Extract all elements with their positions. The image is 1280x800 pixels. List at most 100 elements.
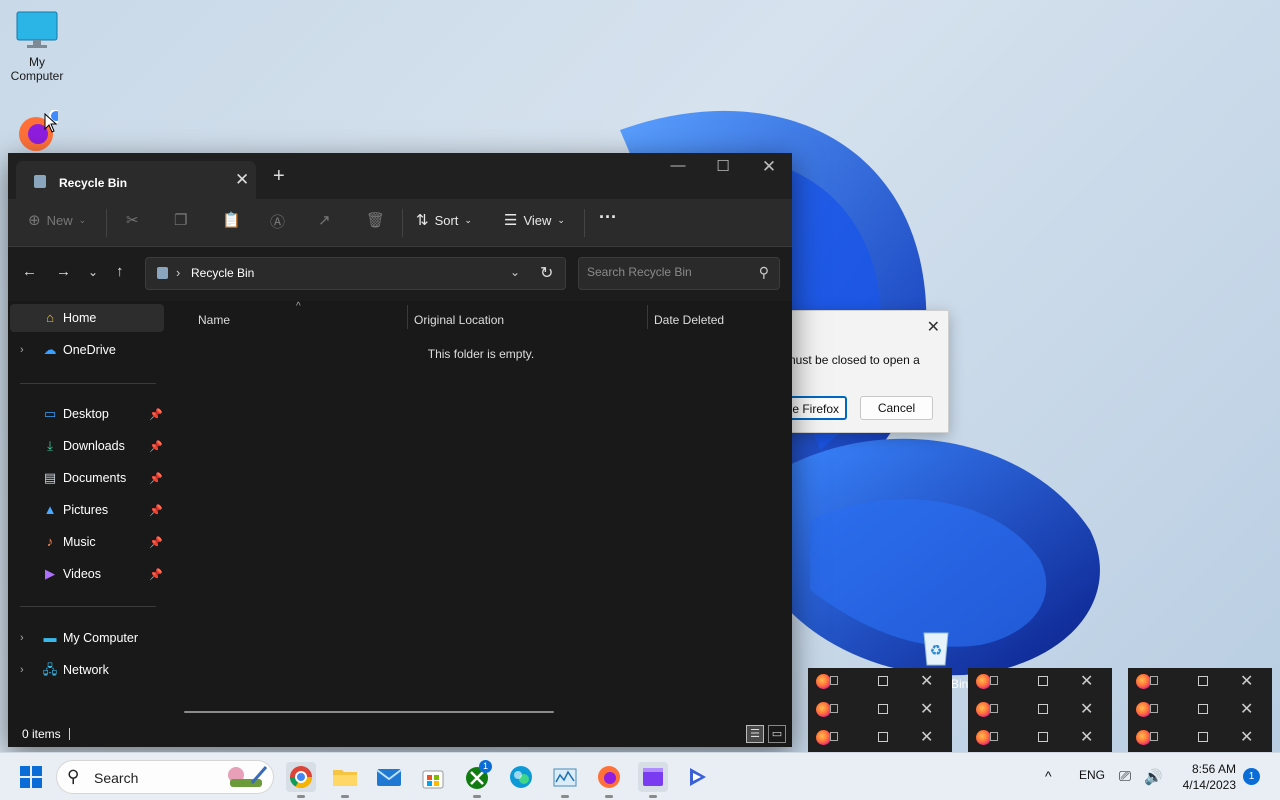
firefox-window-thumb[interactable]: ✕ <box>968 696 1112 724</box>
column-header-date-deleted[interactable]: Date Deleted <box>654 313 724 327</box>
pin-icon[interactable]: 📌 <box>149 568 163 581</box>
language-indicator[interactable]: ENG <box>1079 768 1105 782</box>
firefox-window-thumb[interactable]: ✕ <box>808 668 952 696</box>
chevron-right-icon[interactable]: › <box>20 344 24 356</box>
copy-button[interactable]: ❐ <box>174 211 187 229</box>
firefox-window-thumb[interactable]: ✕ <box>968 668 1112 696</box>
column-divider[interactable] <box>647 305 648 329</box>
firefox-window-thumb[interactable]: ✕ <box>808 696 952 724</box>
sidebar-item-desktop[interactable]: ▭ Desktop 📌 <box>10 400 164 428</box>
start-button[interactable] <box>20 766 42 788</box>
pin-icon[interactable]: 📌 <box>149 440 163 453</box>
maximize-icon[interactable] <box>878 704 888 714</box>
address-dropdown-icon[interactable]: ⌄ <box>510 265 520 279</box>
taskbar-clipchamp[interactable] <box>638 762 668 798</box>
firefox-window-thumb[interactable]: ✕ <box>968 724 1112 752</box>
close-icon[interactable]: ✕ <box>1080 671 1093 691</box>
taskbar-store[interactable] <box>418 762 448 792</box>
taskbar-media-player[interactable] <box>682 762 712 792</box>
minimize-button[interactable]: — <box>658 157 698 174</box>
sidebar-item-downloads[interactable]: ⤓ Downloads 📌 <box>10 432 164 460</box>
close-window-button[interactable]: ✕ <box>749 157 789 177</box>
up-button[interactable]: ↑ <box>116 263 124 280</box>
breadcrumb[interactable]: Recycle Bin <box>191 266 254 280</box>
pin-icon[interactable]: 📌 <box>149 472 163 485</box>
maximize-icon[interactable] <box>878 732 888 742</box>
firefox-window-thumb[interactable]: ✕ <box>1128 668 1272 696</box>
taskbar-edge[interactable] <box>506 762 536 792</box>
maximize-icon[interactable] <box>1038 704 1048 714</box>
close-icon[interactable]: ✕ <box>1240 699 1253 719</box>
sidebar-item-onedrive[interactable]: › ☁ OneDrive <box>10 336 164 364</box>
volume-icon[interactable]: 🔊 <box>1144 768 1163 786</box>
column-header-original-location[interactable]: Original Location <box>414 313 504 327</box>
close-icon[interactable]: ✕ <box>920 727 933 747</box>
network-icon[interactable]: ⎚ <box>1119 768 1131 785</box>
firefox-window-thumb[interactable]: ✕ <box>808 724 952 752</box>
close-icon[interactable]: ✕ <box>1080 727 1093 747</box>
sidebar-item-music[interactable]: ♪ Music 📌 <box>10 528 164 556</box>
maximize-icon[interactable] <box>1198 676 1208 686</box>
pin-icon[interactable]: 📌 <box>149 504 163 517</box>
cancel-button[interactable]: Cancel <box>860 396 933 420</box>
show-hidden-icons-button[interactable]: ^ <box>1045 768 1052 784</box>
maximize-icon[interactable] <box>1038 732 1048 742</box>
pin-icon[interactable]: 📌 <box>149 536 163 549</box>
close-icon[interactable]: ✕ <box>920 699 933 719</box>
rename-button[interactable]: Ⓐ <box>270 211 285 232</box>
share-button[interactable]: ↗ <box>318 211 331 229</box>
sidebar-item-documents[interactable]: ▤ Documents 📌 <box>10 464 164 492</box>
search-input[interactable] <box>587 265 747 279</box>
close-icon[interactable]: ✕ <box>920 671 933 691</box>
back-button[interactable]: ← <box>22 263 37 280</box>
firefox-window-thumb[interactable]: ✕ <box>1128 724 1272 752</box>
maximize-icon[interactable] <box>878 676 888 686</box>
horizontal-scrollbar[interactable] <box>184 711 554 713</box>
sidebar-item-pictures[interactable]: ▲ Pictures 📌 <box>10 496 164 524</box>
tab-close-icon[interactable]: ✕ <box>235 170 249 190</box>
notification-badge[interactable]: 1 <box>1243 768 1260 785</box>
taskbar-firefox[interactable] <box>594 762 624 798</box>
maximize-icon[interactable] <box>1198 704 1208 714</box>
sidebar-item-home[interactable]: ⌂ Home <box>10 304 164 332</box>
desktop-icon-recycle-bin[interactable]: ♻ <box>918 627 954 667</box>
sidebar-item-network[interactable]: › 🖧 Network <box>10 656 164 684</box>
cut-button[interactable]: ✂ <box>126 211 139 229</box>
chevron-right-icon[interactable]: › <box>20 632 24 644</box>
pin-icon[interactable]: 📌 <box>149 408 163 421</box>
close-icon[interactable]: ✕ <box>1240 671 1253 691</box>
maximize-icon[interactable] <box>1038 676 1048 686</box>
taskbar-task-manager[interactable] <box>550 762 580 798</box>
dialog-close-icon[interactable]: ✕ <box>927 317 940 337</box>
close-icon[interactable]: ✕ <box>1240 727 1253 747</box>
sidebar-item-videos[interactable]: ▶ Videos 📌 <box>10 560 164 588</box>
paste-button[interactable]: 📋 <box>222 211 241 229</box>
more-options-button[interactable]: ··· <box>599 207 617 228</box>
details-view-button[interactable]: ☰ <box>746 725 764 743</box>
new-tab-button[interactable]: + <box>273 165 285 188</box>
refresh-icon[interactable]: ↻ <box>540 263 553 283</box>
maximize-icon[interactable] <box>1198 732 1208 742</box>
search-box[interactable]: ⚲ <box>578 257 780 290</box>
column-divider[interactable] <box>407 305 408 329</box>
forward-button[interactable]: → <box>56 263 71 280</box>
desktop-icon-my-computer[interactable]: My Computer <box>5 10 69 83</box>
chevron-right-icon[interactable]: › <box>20 664 24 676</box>
address-bar[interactable]: › Recycle Bin ⌄ ↻ <box>145 257 566 290</box>
clock[interactable]: 8:56 AM 4/14/2023 <box>1176 761 1236 793</box>
column-header-name[interactable]: Name <box>198 313 230 327</box>
view-button[interactable]: ☰ View ⌄ <box>504 211 565 229</box>
large-icons-view-button[interactable]: ▭ <box>768 725 786 743</box>
new-button[interactable]: ⊕ New ⌄ <box>28 211 86 229</box>
delete-button[interactable]: 🗑 <box>366 211 385 229</box>
firefox-window-thumb[interactable]: ✕ <box>1128 696 1272 724</box>
sort-button[interactable]: ⇅ Sort ⌄ <box>416 211 472 229</box>
taskbar-chrome[interactable] <box>286 762 316 798</box>
taskbar-search[interactable]: ⚲ Search <box>56 760 274 794</box>
tab-recycle-bin[interactable]: Recycle Bin ✕ <box>16 161 256 199</box>
sidebar-item-my-computer[interactable]: › ▬ My Computer <box>10 624 164 652</box>
close-icon[interactable]: ✕ <box>1080 699 1093 719</box>
taskbar-xbox[interactable]: 1 <box>462 760 492 798</box>
maximize-button[interactable]: ☐ <box>703 157 743 175</box>
recent-locations-button[interactable]: ⌄ <box>88 265 98 279</box>
